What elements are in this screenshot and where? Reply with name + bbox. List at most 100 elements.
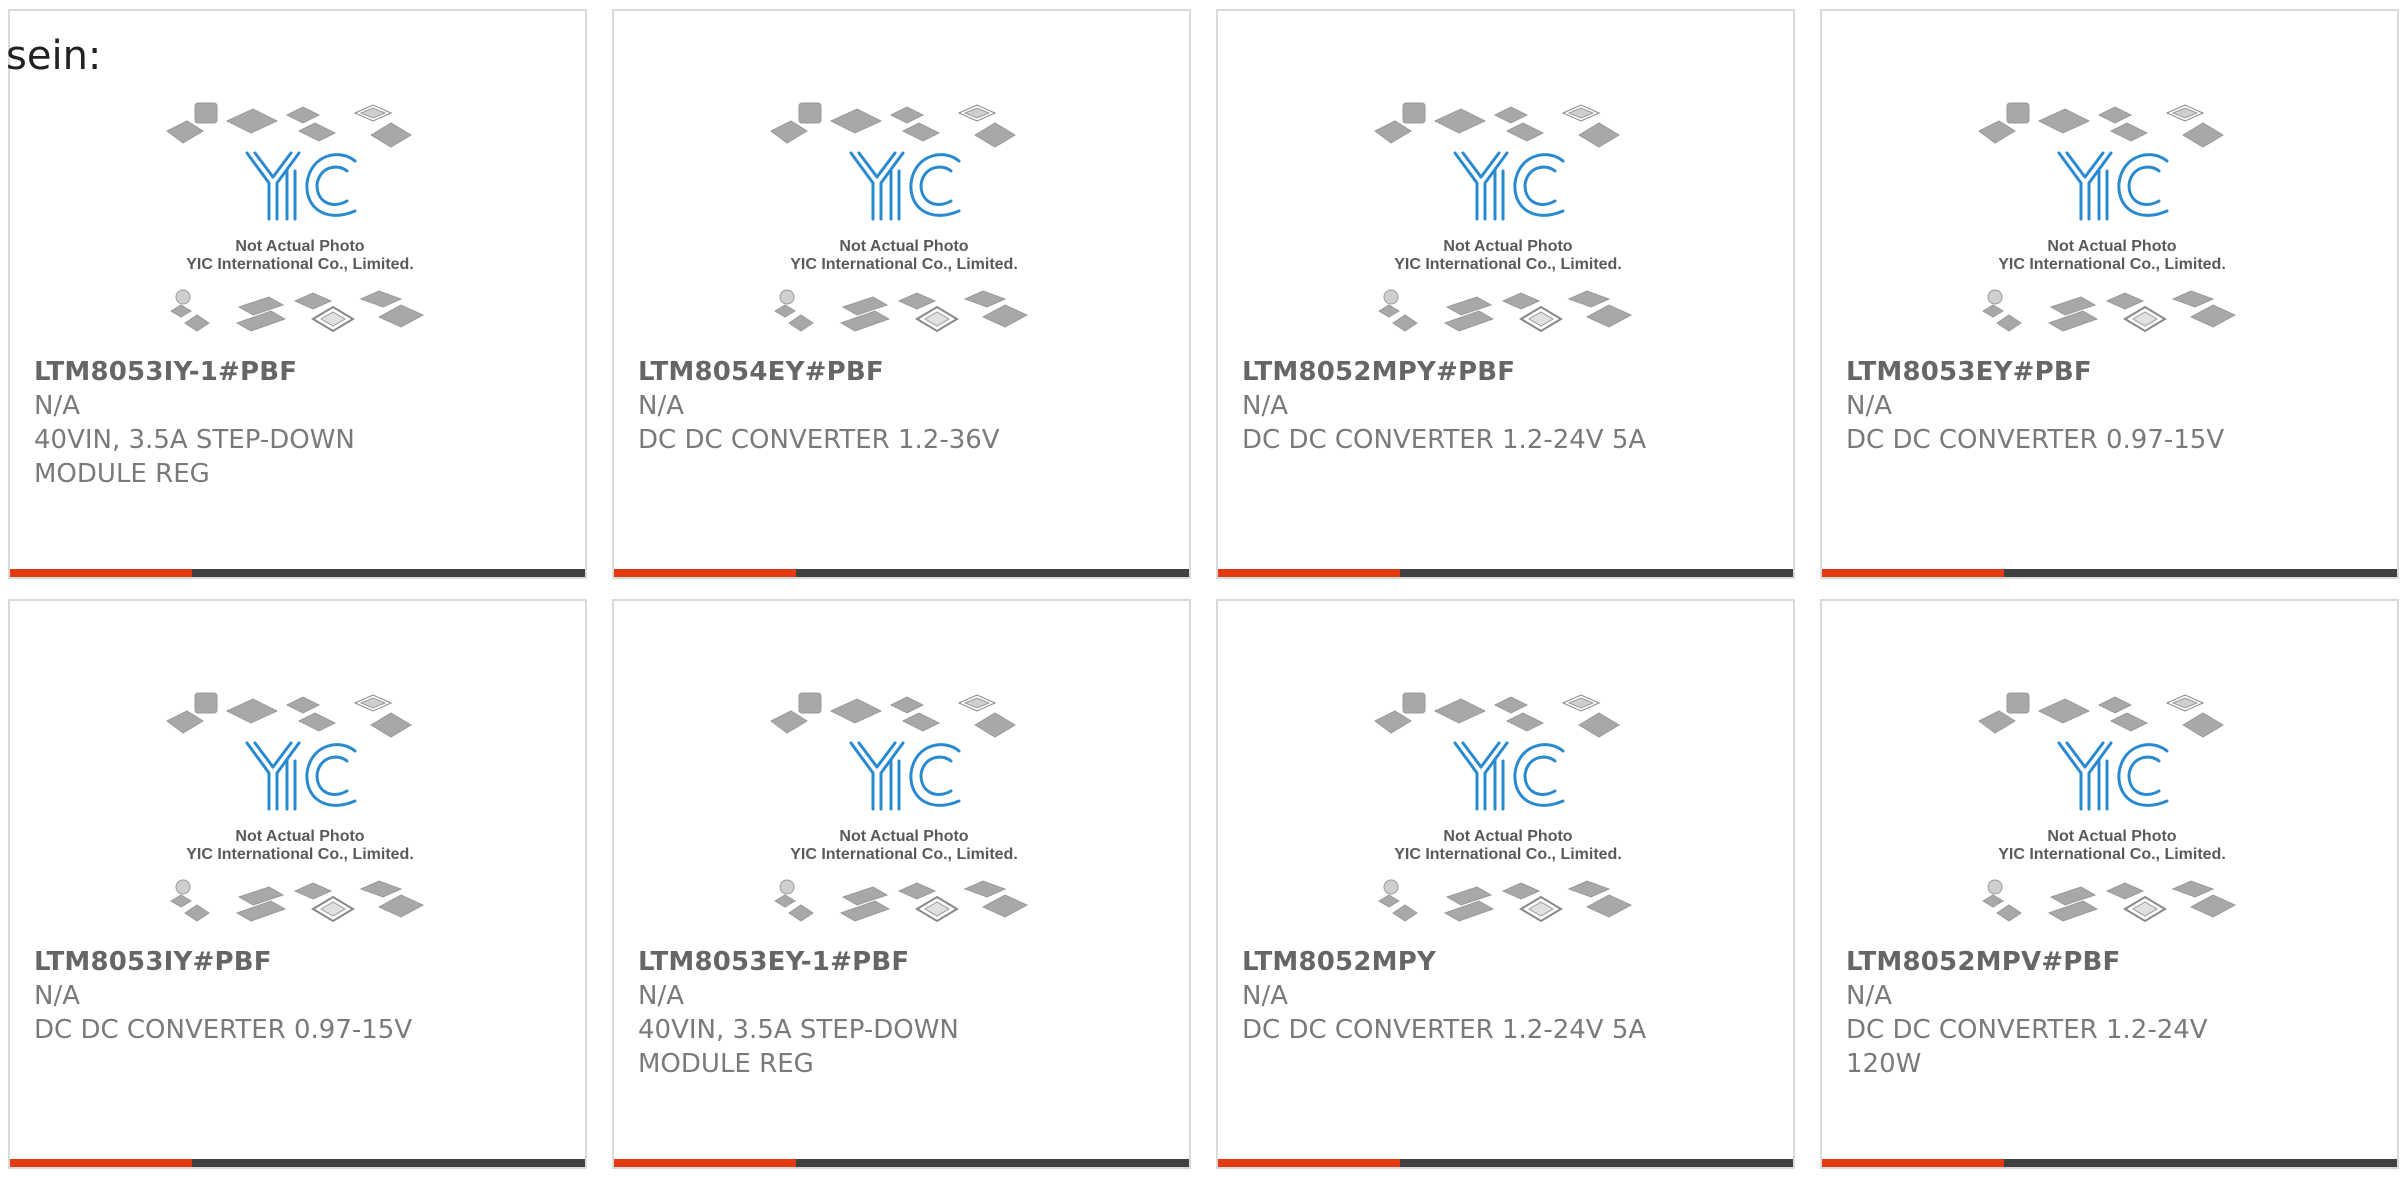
yic-logo-icon (1453, 741, 1565, 811)
chip-packages-bottom-icon (774, 879, 1029, 923)
manufacturer-label: N/A (1846, 981, 1892, 1011)
product-card[interactable]: Not Actual Photo YIC International Co., … (8, 599, 587, 1169)
product-description: DC DC CONVERTER 0.97-15V (1846, 423, 2377, 457)
photo-caption-line2: YIC International Co., Limited. (1394, 846, 1622, 863)
product-description: DC DC CONVERTER 1.2-36V (638, 423, 1169, 457)
product-info: LTM8052MPY#PBF N/A DC DC CONVERTER 1.2-2… (1242, 355, 1773, 457)
photo-caption-line1: Not Actual Photo (1443, 828, 1572, 845)
part-number-link[interactable]: LTM8052MPV#PBF (1846, 945, 2377, 979)
product-photo-placeholder[interactable]: Not Actual Photo YIC International Co., … (165, 691, 435, 936)
description-line: 40VIN, 3.5A STEP-DOWN (638, 1015, 959, 1045)
product-description: 40VIN, 3.5A STEP-DOWN MODULE REG (34, 423, 565, 491)
description-line: 40VIN, 3.5A STEP-DOWN (34, 425, 355, 455)
yic-logo-icon (2057, 741, 2169, 811)
product-info: LTM8053IY#PBF N/A DC DC CONVERTER 0.97-1… (34, 945, 565, 1047)
product-description: DC DC CONVERTER 1.2-24V 120W (1846, 1013, 2377, 1081)
product-info: LTM8052MPY N/A DC DC CONVERTER 1.2-24V 5… (1242, 945, 1773, 1047)
chip-packages-top-icon (1374, 692, 1620, 738)
bottom-bar-accent (1822, 569, 2004, 577)
manufacturer-label: N/A (34, 391, 80, 421)
manufacturer-label: N/A (1242, 981, 1288, 1011)
chip-packages-top-icon (166, 102, 412, 148)
bottom-bar-accent (1822, 1159, 2004, 1167)
intro-text: sein: (6, 33, 102, 79)
photo-caption-line2: YIC International Co., Limited. (1394, 256, 1622, 273)
product-card[interactable]: Not Actual Photo YIC International Co., … (1820, 9, 2399, 579)
product-card[interactable]: Not Actual Photo YIC International Co., … (8, 9, 587, 579)
product-photo-placeholder[interactable]: Not Actual Photo YIC International Co., … (769, 101, 1039, 346)
yic-logo-icon (2057, 151, 2169, 221)
product-info: LTM8053IY-1#PBF N/A 40VIN, 3.5A STEP-DOW… (34, 355, 565, 491)
description-line: DC DC CONVERTER 0.97-15V (1846, 425, 2225, 455)
photo-caption-line2: YIC International Co., Limited. (186, 846, 414, 863)
photo-caption-line2: YIC International Co., Limited. (1998, 846, 2226, 863)
product-photo-placeholder[interactable]: Not Actual Photo YIC International Co., … (769, 691, 1039, 936)
chip-packages-bottom-icon (1982, 879, 2237, 923)
photo-caption-line1: Not Actual Photo (235, 828, 364, 845)
chip-packages-top-icon (770, 102, 1016, 148)
photo-caption-line1: Not Actual Photo (2047, 238, 2176, 255)
product-description: DC DC CONVERTER 0.97-15V (34, 1013, 565, 1047)
product-photo-placeholder[interactable]: Not Actual Photo YIC International Co., … (1977, 101, 2247, 346)
description-line: DC DC CONVERTER 1.2-24V 5A (1242, 425, 1647, 455)
bottom-bar-dark (796, 569, 1189, 577)
part-number-link[interactable]: LTM8054EY#PBF (638, 355, 1169, 389)
bottom-bar-dark (1400, 569, 1793, 577)
part-number-link[interactable]: LTM8053EY#PBF (1846, 355, 2377, 389)
product-info: LTM8054EY#PBF N/A DC DC CONVERTER 1.2-36… (638, 355, 1169, 457)
part-number-link[interactable]: LTM8052MPY#PBF (1242, 355, 1773, 389)
chip-packages-top-icon (1978, 692, 2224, 738)
yic-logo-icon (245, 151, 357, 221)
photo-caption-line2: YIC International Co., Limited. (186, 256, 414, 273)
bottom-bar-dark (1400, 1159, 1793, 1167)
photo-caption-line1: Not Actual Photo (1443, 238, 1572, 255)
bottom-bar-dark (796, 1159, 1189, 1167)
description-line: DC DC CONVERTER 1.2-24V 5A (1242, 1015, 1647, 1045)
description-line: MODULE REG (34, 459, 210, 489)
product-card[interactable]: Not Actual Photo YIC International Co., … (1216, 9, 1795, 579)
card-bottom-bar (614, 569, 1189, 577)
product-photo-placeholder[interactable]: Not Actual Photo YIC International Co., … (1373, 691, 1643, 936)
page: sein: Not Actual Photo YIC International… (0, 0, 2404, 1179)
description-line: DC DC CONVERTER 1.2-24V (1846, 1015, 2208, 1045)
product-card[interactable]: Not Actual Photo YIC International Co., … (1216, 599, 1795, 1169)
chip-packages-bottom-icon (1982, 289, 2237, 333)
chip-packages-top-icon (166, 692, 412, 738)
product-card[interactable]: Not Actual Photo YIC International Co., … (612, 599, 1191, 1169)
product-info: LTM8053EY-1#PBF N/A 40VIN, 3.5A STEP-DOW… (638, 945, 1169, 1081)
product-grid: Not Actual Photo YIC International Co., … (8, 9, 2400, 1169)
chip-packages-top-icon (770, 692, 1016, 738)
card-bottom-bar (10, 569, 585, 577)
product-photo-placeholder[interactable]: Not Actual Photo YIC International Co., … (1373, 101, 1643, 346)
part-number-link[interactable]: LTM8053IY-1#PBF (34, 355, 565, 389)
bottom-bar-accent (614, 1159, 796, 1167)
bottom-bar-accent (10, 1159, 192, 1167)
card-bottom-bar (1822, 1159, 2397, 1167)
manufacturer-label: N/A (638, 981, 684, 1011)
part-number-link[interactable]: LTM8053EY-1#PBF (638, 945, 1169, 979)
product-description: 40VIN, 3.5A STEP-DOWN MODULE REG (638, 1013, 1169, 1081)
photo-caption-line1: Not Actual Photo (839, 238, 968, 255)
chip-packages-bottom-icon (1378, 879, 1633, 923)
yic-logo-icon (245, 741, 357, 811)
photo-caption-line1: Not Actual Photo (235, 238, 364, 255)
card-bottom-bar (1218, 1159, 1793, 1167)
description-line: 120W (1846, 1049, 1922, 1079)
photo-caption-line2: YIC International Co., Limited. (1998, 256, 2226, 273)
part-number-link[interactable]: LTM8052MPY (1242, 945, 1773, 979)
product-description: DC DC CONVERTER 1.2-24V 5A (1242, 1013, 1773, 1047)
yic-logo-icon (849, 741, 961, 811)
part-number-link[interactable]: LTM8053IY#PBF (34, 945, 565, 979)
product-photo-placeholder[interactable]: Not Actual Photo YIC International Co., … (1977, 691, 2247, 936)
chip-packages-bottom-icon (774, 289, 1029, 333)
product-photo-placeholder[interactable]: Not Actual Photo YIC International Co., … (165, 101, 435, 346)
photo-caption-line2: YIC International Co., Limited. (790, 256, 1018, 273)
description-line: MODULE REG (638, 1049, 814, 1079)
product-info: LTM8052MPV#PBF N/A DC DC CONVERTER 1.2-2… (1846, 945, 2377, 1081)
bottom-bar-accent (614, 569, 796, 577)
photo-caption-line2: YIC International Co., Limited. (790, 846, 1018, 863)
bottom-bar-accent (1218, 569, 1400, 577)
description-line: DC DC CONVERTER 1.2-36V (638, 425, 1000, 455)
product-card[interactable]: Not Actual Photo YIC International Co., … (612, 9, 1191, 579)
product-card[interactable]: Not Actual Photo YIC International Co., … (1820, 599, 2399, 1169)
